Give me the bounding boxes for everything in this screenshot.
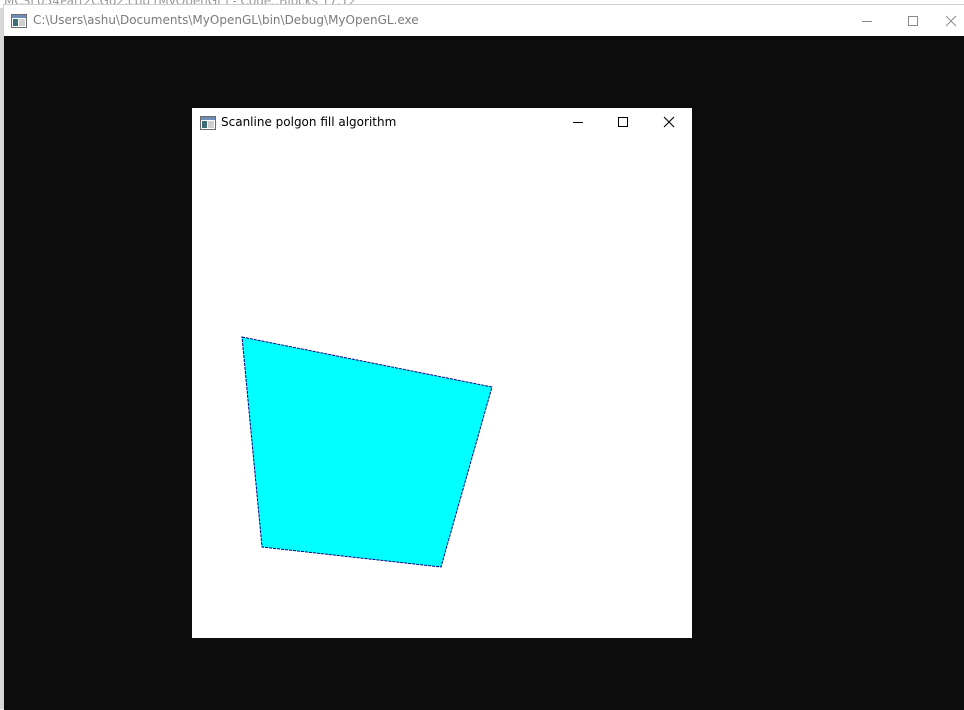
- gl-minimize-button[interactable]: [555, 108, 601, 136]
- close-icon: [945, 15, 956, 26]
- gl-window-title: Scanline polgon fill algorithm: [221, 115, 397, 129]
- gl-titlebar[interactable]: Scanline polgon fill algorithm: [192, 108, 692, 136]
- gl-window[interactable]: Scanline polgon fill algorithm: [192, 108, 692, 638]
- console-window-title: C:\Users\ashu\Documents\MyOpenGL\bin\Deb…: [33, 13, 419, 27]
- console-close-button[interactable]: [936, 5, 964, 36]
- maximize-icon: [908, 15, 918, 26]
- gl-close-button[interactable]: [646, 108, 692, 136]
- window-app-icon: [200, 115, 216, 130]
- gl-maximize-button[interactable]: [600, 108, 646, 136]
- minimize-icon: [573, 122, 583, 123]
- console-minimize-button[interactable]: [844, 5, 890, 36]
- minimize-icon: [862, 20, 872, 22]
- maximize-icon: [618, 117, 628, 127]
- gl-render-canvas[interactable]: [192, 136, 692, 638]
- console-maximize-button[interactable]: [890, 5, 936, 36]
- filled-polygon: [241, 336, 493, 568]
- close-icon: [663, 116, 675, 128]
- console-app-icon: [11, 13, 27, 28]
- console-titlebar[interactable]: C:\Users\ashu\Documents\MyOpenGL\bin\Deb…: [4, 5, 964, 36]
